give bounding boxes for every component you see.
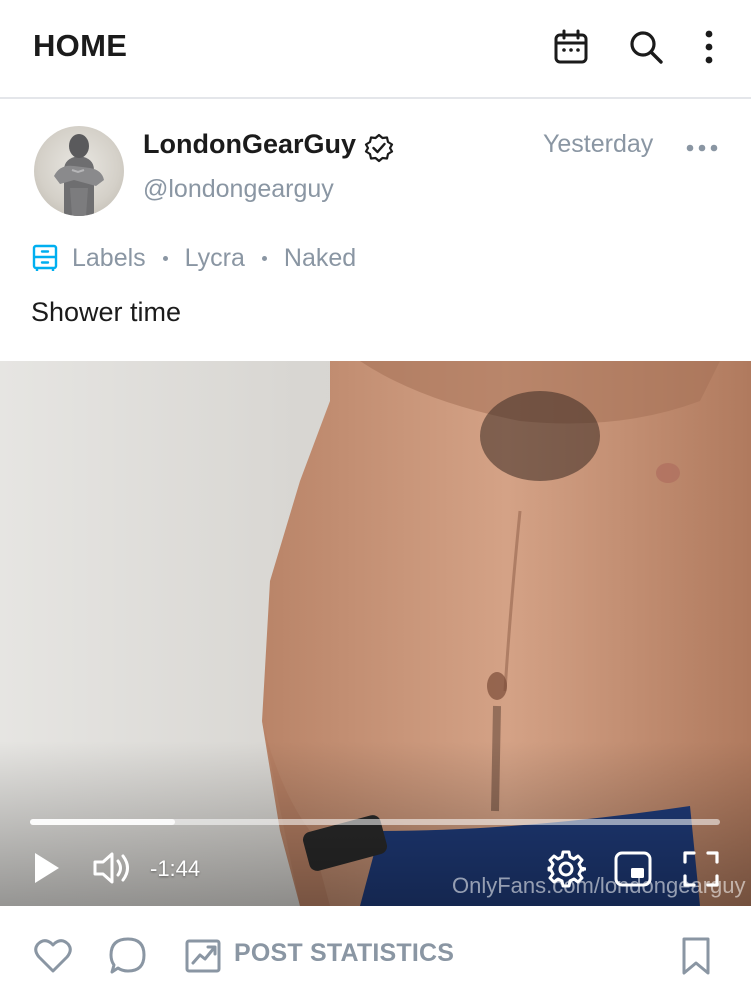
- like-heart-icon[interactable]: [33, 936, 73, 974]
- drawer-icon: [32, 244, 58, 271]
- avatar-image: [54, 134, 104, 216]
- settings-gear-icon[interactable]: [546, 849, 586, 889]
- more-vertical-icon[interactable]: [690, 28, 728, 66]
- labels-heading[interactable]: Labels: [72, 244, 146, 273]
- fullscreen-icon[interactable]: [682, 850, 720, 888]
- label-tag[interactable]: Naked: [284, 244, 356, 273]
- play-icon[interactable]: [32, 851, 62, 885]
- verified-badge-icon: [364, 133, 394, 163]
- comment-icon[interactable]: [108, 936, 148, 976]
- video-progress-bar[interactable]: [30, 819, 720, 825]
- post-caption: Shower time: [31, 297, 182, 327]
- top-bar: HOME: [0, 0, 751, 99]
- post-header: LondonGearGuy @londongearguy Yesterday L…: [0, 100, 751, 360]
- video-player[interactable]: -1:44 OnlyFans.com/londongearguy: [0, 361, 751, 906]
- avatar[interactable]: [34, 126, 124, 216]
- post-statistics-button[interactable]: POST STATISTICS: [234, 939, 454, 968]
- bookmark-icon[interactable]: [680, 936, 712, 976]
- calendar-icon[interactable]: [552, 28, 590, 66]
- separator-dot: [261, 255, 267, 261]
- labels-row: Labels Lycra Naked: [32, 240, 356, 276]
- picture-in-picture-icon[interactable]: [614, 851, 652, 887]
- author-name[interactable]: LondonGearGuy: [143, 129, 356, 160]
- post-timestamp: Yesterday: [543, 130, 654, 158]
- label-tag[interactable]: Lycra: [185, 244, 245, 273]
- post-options-icon[interactable]: [683, 136, 721, 160]
- video-progress-fill: [30, 819, 175, 825]
- page-title: HOME: [33, 28, 128, 63]
- video-time-remaining: -1:44: [150, 856, 201, 881]
- post-actions: POST STATISTICS: [0, 906, 751, 1000]
- separator-dot: [162, 255, 168, 261]
- statistics-chart-icon[interactable]: [184, 936, 222, 974]
- author-handle[interactable]: @londongearguy: [143, 175, 334, 204]
- search-icon[interactable]: [627, 28, 665, 66]
- volume-icon[interactable]: [92, 849, 134, 887]
